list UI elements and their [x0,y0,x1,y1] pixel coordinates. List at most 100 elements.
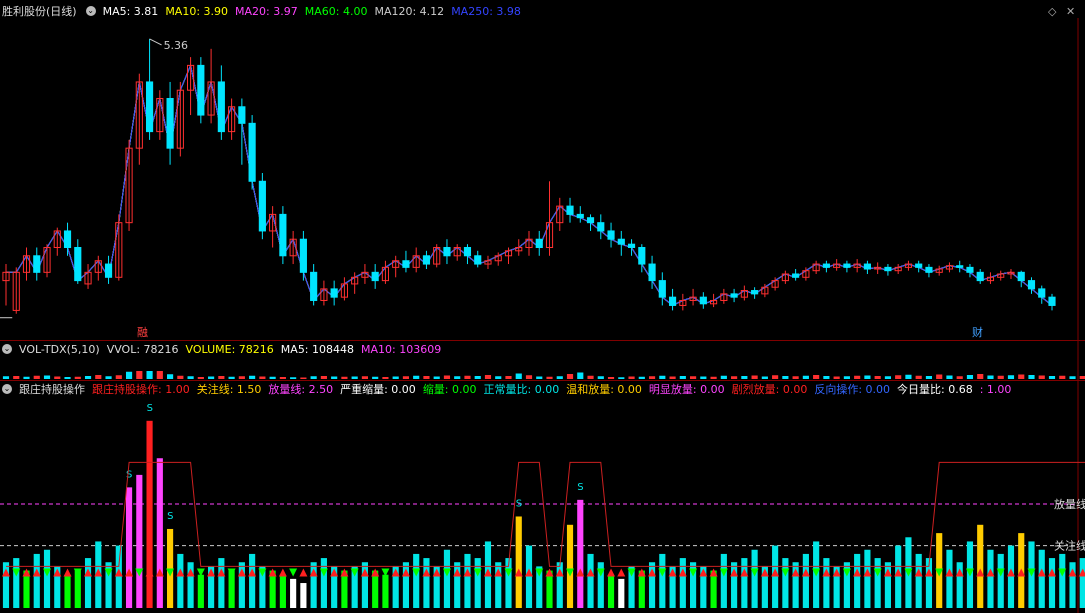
candle-body [586,217,595,224]
vol-bar [495,376,502,379]
vol-bar [1079,376,1085,379]
vol-ratio-bar [1079,558,1085,608]
candle-body [925,266,933,273]
vol-bar [690,376,697,379]
vol-ratio-bar [300,583,307,608]
candle-body [792,273,800,278]
candle-body [279,213,287,257]
candle-body [74,247,82,282]
vol-ratio-bar [197,574,204,608]
vol-bar [956,376,963,379]
buy-marker [617,568,626,577]
vol-bar [864,375,871,379]
vol-bar [556,376,563,379]
vol-bar [218,376,225,379]
vol-bar [874,376,881,379]
vol-bar [259,376,266,379]
candle-body [1038,288,1046,298]
vol-ratio-bar [1038,549,1045,608]
candle-body [863,263,871,270]
vol-bar [720,375,727,379]
volume-line-label: 放量线 [1054,497,1085,511]
candle-body [617,238,625,245]
vol-ratio-bar [464,553,471,608]
vol-bar [23,376,30,379]
vol-bar [320,376,327,379]
vol-ratio-bar [290,578,297,608]
vol-bar [597,376,604,379]
candle-body [566,205,574,215]
vol-ratio-bar [577,499,584,608]
vol-bar [741,376,748,379]
candle-body [627,243,636,248]
vol-bar [515,373,522,379]
vol-bar [464,375,471,379]
vol-ratio-bar [156,458,163,608]
vol-bar [187,376,194,379]
vol-bar [833,376,840,379]
vol-ratio-bar [854,553,861,608]
vol-bar [587,375,594,379]
candle-body [217,81,225,133]
candle-body [915,263,923,268]
vol-bar [74,376,81,379]
vol-bar [731,376,738,379]
vol-ratio-bar [741,558,748,608]
vol-ratio-bar [43,549,51,608]
candle-body [474,255,482,265]
vol-ratio-bar [997,553,1004,608]
vol-ratio-bar [874,558,881,608]
vol-bar [638,376,645,379]
candle-body [730,293,738,298]
vol-bar [197,377,204,379]
candle-body [597,222,605,232]
vol-bar [977,374,984,379]
vol-bar [228,376,235,379]
vol-bar [484,375,492,379]
vol-bar [115,375,122,379]
vol-ratio-bar [320,558,327,608]
vol-bar [659,375,666,379]
candle-body [976,271,984,282]
vol-bar [43,375,51,379]
vol-bar [566,374,574,379]
vol-ratio-bar [1048,558,1056,608]
vol-bar [505,376,512,379]
vol-bar [249,375,256,379]
signal-s: S [577,482,583,493]
candle-body [638,247,646,265]
vol-ratio-bar [249,553,256,608]
vol-bar [946,375,953,379]
vol-ratio-bar [720,553,727,608]
vol-bar [792,376,799,379]
vol-bar [105,376,112,379]
vol-bar [300,377,307,379]
vol-bar [125,371,133,379]
vol-bar [402,376,410,379]
candle-body [330,288,338,298]
vol-bar [474,376,481,379]
candle-body [371,271,379,282]
vol-bar [372,376,379,379]
vol-bar [648,376,656,379]
vol-ratio-bar [823,558,830,608]
vol-ratio-bar [679,558,686,608]
candle-body [884,266,892,272]
vol-bar [679,376,686,379]
vol-bar [2,376,10,379]
vol-ratio-bar [84,558,92,608]
vol-bar [925,376,933,379]
vol-bar [136,371,143,379]
vol-bar [1018,374,1025,379]
vol-bar [413,375,420,379]
vol-bar [1028,375,1035,379]
stock-chart[interactable]: 5.363.72融财放量线关注线SSSSS [0,0,1085,613]
vol-bar [290,377,297,379]
high-price-label: 5.36 [164,39,189,52]
vol-ratio-bar [33,553,40,608]
vol-bar [54,376,61,379]
tag-cai: 财 [972,325,983,339]
vol-bar [208,376,215,379]
vol-bar [392,376,399,379]
vol-ratio-bar [218,558,225,608]
